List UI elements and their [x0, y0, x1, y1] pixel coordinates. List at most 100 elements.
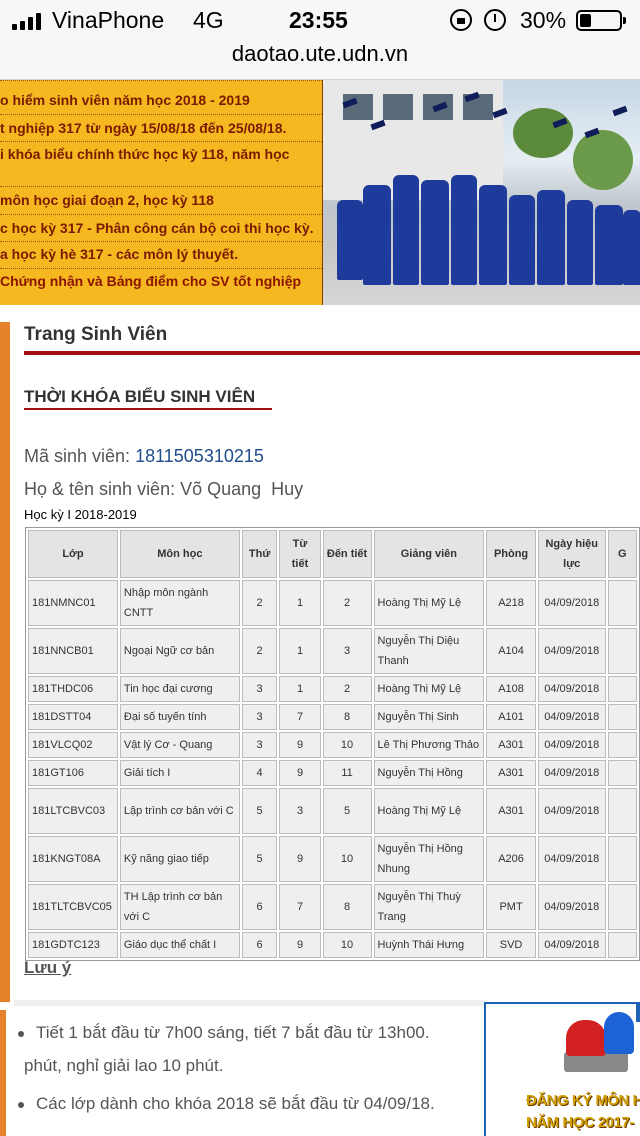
course-registration-banner[interactable]: ĐĂNG KÝ MÔN HỌ NĂM HỌC 2017- [484, 1002, 640, 1136]
table-row: 181NMNC01 Nhập môn ngành CNTT 2 1 2 Hoàng Thị… [28, 580, 637, 626]
table-cell [607, 580, 637, 626]
table-cell: Nguyễn Thị Hồng Nhung [373, 836, 485, 882]
table-row: 181LTCBVC03 Lập trình cơ bản với C 5 3 5 Hoàn… [28, 788, 637, 834]
col-header: Phòng [486, 530, 536, 578]
table-cell: 04/09/2018 [537, 932, 606, 958]
news-link[interactable]: i khóa biểu chính thức học kỳ 118, năm h… [0, 146, 322, 162]
battery-icon [576, 10, 626, 31]
table-cell: 6 [241, 884, 278, 930]
table-cell: 04/09/2018 [537, 704, 606, 730]
table-cell: 04/09/2018 [537, 884, 606, 930]
table-cell: 04/09/2018 [537, 676, 606, 702]
bullet-icon [18, 1030, 24, 1037]
table-cell: 9 [279, 732, 321, 758]
graduation-photo [322, 80, 640, 305]
url-text[interactable]: daotao.ute.udn.vn [232, 41, 408, 66]
table-cell: 181NNCB01 [28, 628, 118, 674]
table-cell: 04/09/2018 [537, 628, 606, 674]
table-cell: 181TLTCBVC05 [28, 884, 118, 930]
banner-corner [636, 1004, 640, 1022]
timetable: Lớp Môn học Thứ Từ tiết Đến tiết Giảng v… [25, 527, 640, 961]
left-accent-bar [0, 1010, 6, 1136]
table-cell: 181KNGT08A [28, 836, 118, 882]
table-cell: Kỹ năng giao tiếp [119, 836, 240, 882]
table-cell: Giáo dục thể chất I [119, 932, 240, 958]
col-header: Giảng viên [373, 530, 485, 578]
table-cell: 04/09/2018 [537, 732, 606, 758]
lock-rotation-icon [450, 9, 472, 31]
clock: 23:55 [289, 7, 348, 33]
bullet-icon [18, 1101, 24, 1108]
note-item: Các lớp dành cho khóa 2018 sẽ bắt đầu từ… [18, 1094, 435, 1114]
siren-red-light [566, 1020, 606, 1056]
table-cell: Lập trình cơ bản với C [119, 788, 240, 834]
table-cell: A206 [486, 836, 536, 882]
news-panel: o hiểm sinh viên năm học 2018 - 2019 t n… [0, 80, 322, 305]
news-divider [0, 186, 322, 187]
note-text: Tiết 1 bắt đầu từ 7h00 sáng, tiết 7 bắt … [36, 1023, 430, 1042]
table-cell: 10 [322, 932, 372, 958]
news-link[interactable]: t nghiệp 317 từ ngày 15/08/18 đến 25/08/… [0, 120, 322, 136]
news-link[interactable]: a học kỳ hè 317 - các môn lý thuyết. [0, 246, 322, 262]
address-bar[interactable]: daotao.ute.udn.vn [0, 40, 640, 80]
battery-percent: 30% [520, 7, 567, 33]
banner-line: ĐĂNG KÝ MÔN HỌ [526, 1092, 640, 1109]
student-id-value: 1811505310215 [135, 446, 264, 466]
note-item: phút, nghỉ giải lao 10 phút. [24, 1056, 223, 1076]
section-divider [24, 351, 640, 355]
table-row: 181DSTT04 Đại số tuyến tính 3 7 8 Nguyễn Thị … [28, 704, 637, 730]
news-link[interactable]: Chứng nhận và Bảng điểm cho SV tốt nghiệ… [0, 273, 322, 289]
table-row: 181GT106 Giải tích I 4 9 11 Nguyễn Thị Hồng A3… [28, 760, 637, 786]
battery-fill [580, 14, 591, 27]
table-cell: Tin học đại cương [119, 676, 240, 702]
news-link[interactable]: o hiểm sinh viên năm học 2018 - 2019 [0, 92, 322, 108]
col-header: Thứ [241, 530, 278, 578]
status-bar: VinaPhone 4G 23:55 30% [0, 0, 640, 40]
col-header: Môn học [119, 530, 240, 578]
table-cell: 1 [279, 676, 321, 702]
table-cell [607, 704, 637, 730]
table-cell: 8 [322, 704, 372, 730]
student-name-value: Võ Quang Huy [180, 479, 304, 499]
table-cell: Hoàng Thị Mỹ Lệ [373, 788, 485, 834]
news-link[interactable]: môn học giai đoạn 2, học kỳ 118 [0, 192, 322, 208]
table-cell: Nguyễn Thị Thuỳ Trang [373, 884, 485, 930]
student-id-row: Mã sinh viên: 1811505310215 [24, 446, 264, 467]
table-cell: 1 [279, 580, 321, 626]
table-cell: A301 [486, 760, 536, 786]
table-cell [607, 676, 637, 702]
news-divider [0, 214, 322, 215]
table-cell: A218 [486, 580, 536, 626]
table-cell: Nguyễn Thị Sinh [373, 704, 485, 730]
tree [573, 130, 633, 190]
page-title-underline [24, 408, 272, 410]
table-cell: 1 [279, 628, 321, 674]
left-accent-bar [0, 322, 10, 1002]
tree [513, 108, 573, 158]
table-cell: 181VLCQ02 [28, 732, 118, 758]
table-cell: Nguyễn Thị Hồng [373, 760, 485, 786]
alarm-icon [484, 9, 506, 31]
table-row: 181NNCB01 Ngoại Ngữ cơ bản 2 1 3 Nguyễn Thị D… [28, 628, 637, 674]
note-text: Các lớp dành cho khóa 2018 sẽ bắt đầu từ… [36, 1094, 435, 1113]
student-id-label: Mã sinh viên: [24, 446, 131, 466]
col-header: Ngày hiệu lực [537, 530, 606, 578]
table-cell: 7 [279, 704, 321, 730]
table-cell: 2 [322, 580, 372, 626]
table-cell: Vật lý Cơ - Quang [119, 732, 240, 758]
table-cell: Hoàng Thị Mỹ Lệ [373, 580, 485, 626]
table-cell: 3 [241, 704, 278, 730]
news-divider [0, 268, 322, 269]
table-cell: 3 [322, 628, 372, 674]
signal-icon [12, 12, 41, 30]
table-cell: 9 [279, 760, 321, 786]
table-cell: Lê Thị Phương Thảo [373, 732, 485, 758]
notes-divider [14, 1000, 484, 1006]
table-row: 181GDTC123 Giáo dục thể chất I 6 9 10 Huỳnh T… [28, 932, 637, 958]
table-cell: 9 [279, 836, 321, 882]
table-cell: Ngoại Ngữ cơ bản [119, 628, 240, 674]
news-link[interactable]: c học kỳ 317 - Phân công cán bộ coi thi … [0, 220, 322, 236]
table-cell: 181LTCBVC03 [28, 788, 118, 834]
table-header-row: Lớp Môn học Thứ Từ tiết Đến tiết Giảng v… [28, 530, 637, 578]
table-row: 181TLTCBVC05 TH Lập trình cơ bản với C678… [28, 884, 637, 930]
